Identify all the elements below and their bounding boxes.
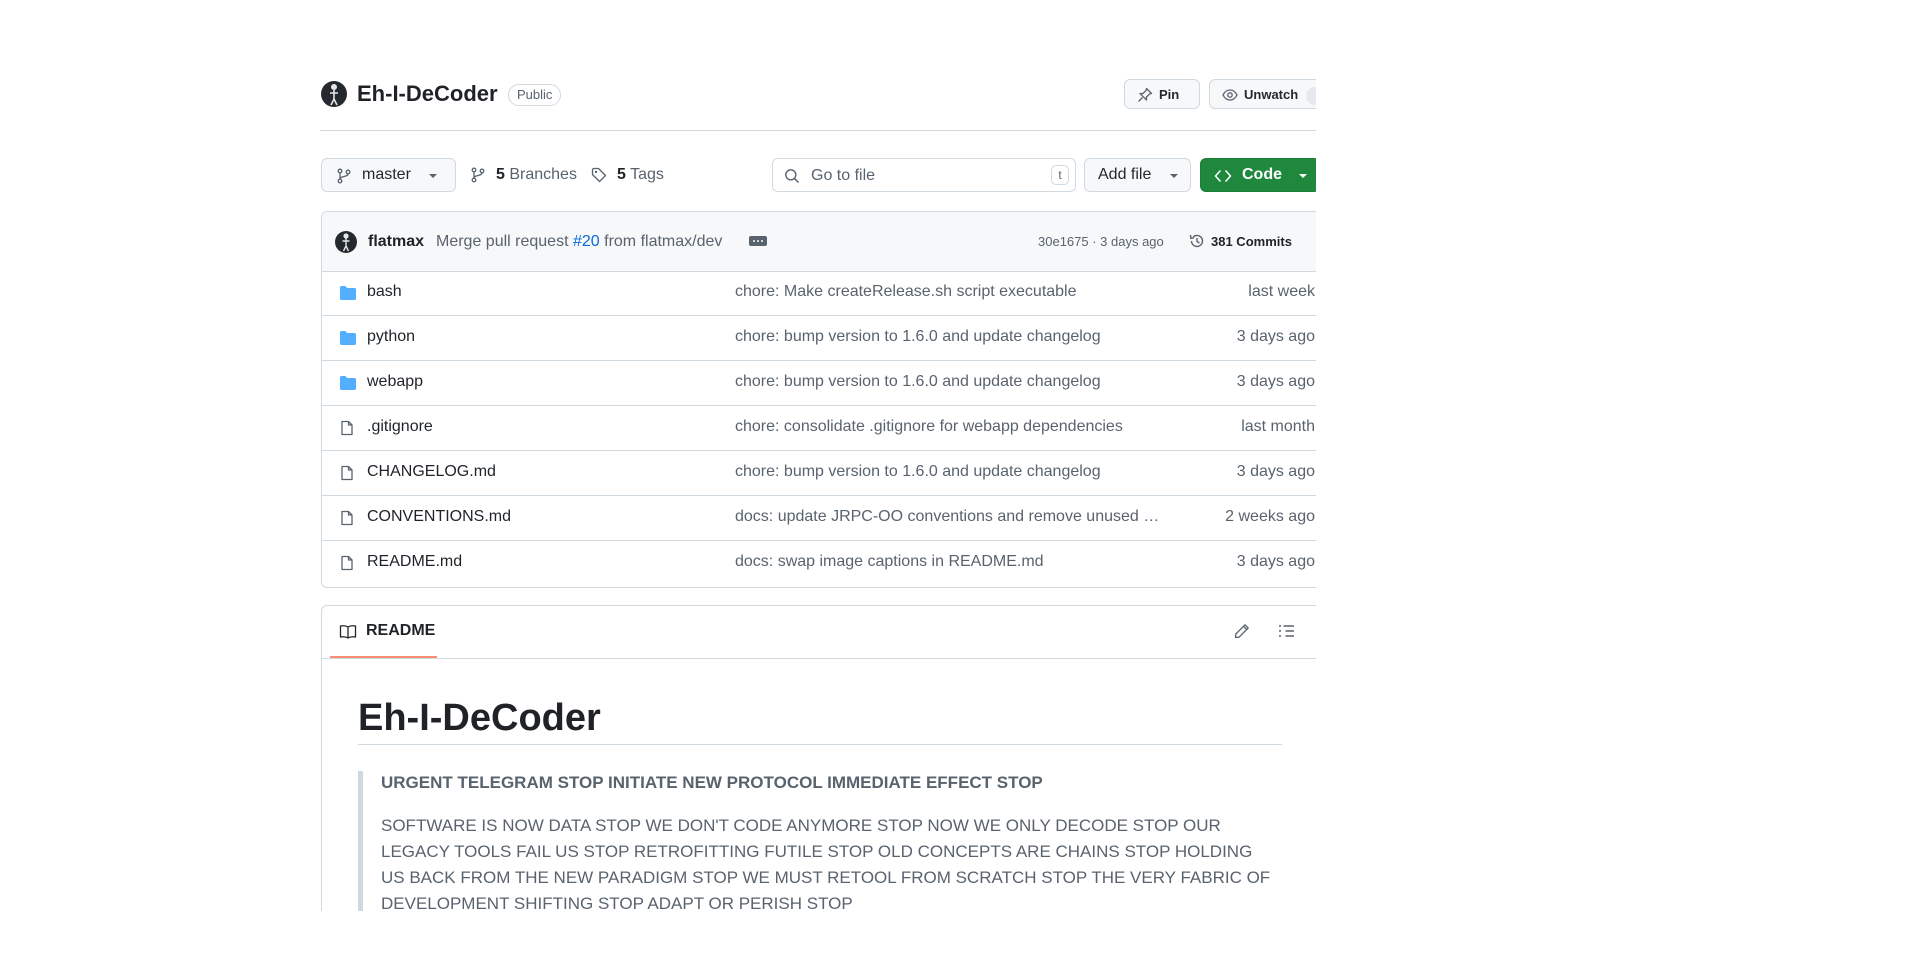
eye-icon: [1222, 89, 1238, 101]
file-commit-message[interactable]: docs: swap image captions in README.md: [735, 553, 1160, 571]
caret-down-icon: [429, 174, 437, 178]
file-row[interactable]: CHANGELOG.md chore: bump version to 1.6.…: [322, 451, 1316, 496]
file-name[interactable]: webapp: [367, 373, 423, 391]
go-to-file-search[interactable]: t: [772, 158, 1076, 192]
file-icon: [341, 420, 353, 436]
branch-name: master: [362, 166, 411, 183]
branch-select-button[interactable]: master: [321, 158, 456, 192]
file-commit-date: last month: [1241, 418, 1315, 435]
book-icon: [339, 625, 357, 639]
caret-down-icon: [1170, 174, 1178, 178]
tags-count: 5: [617, 166, 626, 183]
branches-count: 5: [496, 166, 505, 183]
file-commit-date: 3 days ago: [1236, 553, 1315, 570]
commit-sha-time[interactable]: 30e1675 · 3 days ago: [1038, 234, 1164, 249]
file-commit-date: last week: [1248, 283, 1315, 300]
readme-panel: README Eh-I-DeCoder URGENT TELEGRAM STOP…: [321, 605, 1316, 911]
commit-message-prefix: Merge pull request: [436, 233, 569, 250]
code-label: Code: [1242, 166, 1282, 183]
file-name[interactable]: bash: [367, 283, 402, 301]
owner-avatar[interactable]: [321, 81, 347, 107]
readme-tab-label: README: [366, 622, 436, 639]
repo-title[interactable]: Eh-I-DeCoder: [357, 80, 498, 108]
commits-count-label: 381 Commits: [1211, 234, 1292, 249]
git-branch-icon: [337, 168, 351, 184]
commits-history-link[interactable]: 381 Commits: [1189, 234, 1292, 249]
code-icon: [1214, 170, 1232, 182]
folder-icon: [340, 286, 356, 300]
readme-tab-bar: README: [322, 606, 1316, 659]
file-name[interactable]: README.md: [367, 553, 462, 571]
visibility-badge: Public: [508, 84, 562, 106]
readme-quote-strong: URGENT TELEGRAM STOP INITIATE NEW PROTOC…: [381, 773, 1043, 792]
file-name[interactable]: CHANGELOG.md: [367, 463, 496, 481]
file-row[interactable]: .gitignore chore: consolidate .gitignore…: [322, 406, 1316, 451]
latest-commit-bar: flatmax Merge pull request #20 from flat…: [322, 212, 1316, 272]
file-commit-message[interactable]: chore: consolidate .gitignore for webapp…: [735, 418, 1160, 436]
file-row[interactable]: CONVENTIONS.md docs: update JRPC-OO conv…: [322, 496, 1316, 541]
file-commit-message[interactable]: chore: Make createRelease.sh script exec…: [735, 283, 1160, 301]
file-icon: [341, 465, 353, 481]
commit-author[interactable]: flatmax: [368, 233, 424, 251]
add-file-button[interactable]: Add file: [1084, 158, 1191, 192]
pin-button[interactable]: Pin: [1124, 79, 1200, 109]
readme-quote-body: SOFTWARE IS NOW DATA STOP WE DON'T CODE …: [381, 816, 1271, 911]
unwatch-button[interactable]: Unwatch: [1209, 79, 1316, 109]
file-row[interactable]: bash chore: Make createRelease.sh script…: [322, 271, 1316, 316]
file-name[interactable]: python: [367, 328, 415, 346]
file-commit-message[interactable]: chore: bump version to 1.6.0 and update …: [735, 328, 1160, 346]
caret-down-icon: [1299, 174, 1307, 178]
file-name[interactable]: CONVENTIONS.md: [367, 508, 511, 526]
add-file-label: Add file: [1098, 166, 1152, 183]
file-commit-message[interactable]: chore: bump version to 1.6.0 and update …: [735, 373, 1160, 391]
list-outline-icon[interactable]: [1278, 623, 1296, 639]
file-icon: [341, 510, 353, 526]
file-icon: [341, 555, 353, 571]
code-button[interactable]: Code: [1200, 158, 1316, 192]
tab-readme[interactable]: README: [330, 606, 437, 658]
folder-icon: [340, 331, 356, 345]
file-commit-date: 3 days ago: [1236, 373, 1315, 390]
history-icon: [1189, 234, 1204, 248]
go-to-file-input[interactable]: [809, 164, 1033, 188]
readme-heading: Eh-I-DeCoder: [358, 698, 1282, 745]
file-commit-date: 3 days ago: [1236, 463, 1315, 480]
pull-request-link[interactable]: #20: [573, 233, 600, 250]
commit-message[interactable]: Merge pull request #20 from flatmax/dev: [436, 233, 767, 251]
branches-link[interactable]: 5 Branches: [470, 165, 577, 185]
pin-icon: [1138, 87, 1153, 102]
repo-header: Eh-I-DeCoder Public Pin Unwatch: [320, 76, 1316, 131]
pin-label: Pin: [1159, 87, 1180, 102]
branches-label: Branches: [509, 166, 577, 183]
file-name[interactable]: .gitignore: [367, 418, 433, 436]
expand-commit-message-button[interactable]: [748, 235, 767, 246]
file-commit-message[interactable]: chore: bump version to 1.6.0 and update …: [735, 463, 1160, 481]
folder-icon: [340, 376, 356, 390]
tag-icon: [591, 167, 607, 183]
commit-message-suffix: from flatmax/dev: [604, 233, 723, 250]
file-row[interactable]: python chore: bump version to 1.6.0 and …: [322, 316, 1316, 361]
file-row[interactable]: webapp chore: bump version to 1.6.0 and …: [322, 361, 1316, 406]
file-list: flatmax Merge pull request #20 from flat…: [321, 211, 1316, 588]
repo-page: Eh-I-DeCoder Public Pin Unwatch master 5…: [320, 0, 1316, 911]
unwatch-label: Unwatch: [1244, 87, 1299, 102]
commit-author-avatar[interactable]: [335, 231, 357, 253]
tags-link[interactable]: 5 Tags: [591, 165, 664, 185]
file-commit-date: 2 weeks ago: [1225, 508, 1315, 525]
tags-label: Tags: [630, 166, 664, 183]
search-shortcut-key: t: [1051, 165, 1069, 185]
git-branch-icon: [471, 167, 485, 183]
pencil-icon[interactable]: [1234, 623, 1250, 639]
readme-blockquote: URGENT TELEGRAM STOP INITIATE NEW PROTOC…: [358, 771, 1278, 911]
search-icon: [785, 169, 800, 184]
file-commit-message[interactable]: docs: update JRPC-OO conventions and rem…: [735, 508, 1160, 526]
file-row[interactable]: README.md docs: swap image captions in R…: [322, 541, 1316, 586]
watchers-count: [1306, 86, 1316, 105]
file-commit-date: 3 days ago: [1236, 328, 1315, 345]
